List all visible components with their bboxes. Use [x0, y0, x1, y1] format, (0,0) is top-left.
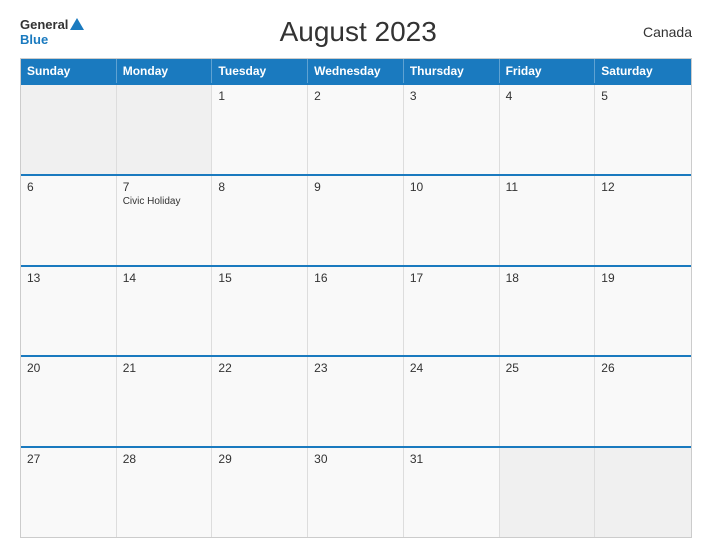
- day-number: 21: [123, 361, 206, 375]
- day-header-saturday: Saturday: [595, 59, 691, 83]
- day-number: 9: [314, 180, 397, 194]
- day-number: 19: [601, 271, 685, 285]
- day-cell: 11: [500, 176, 596, 265]
- day-headers: SundayMondayTuesdayWednesdayThursdayFrid…: [21, 59, 691, 83]
- logo-blue: Blue: [20, 32, 48, 47]
- calendar-title: August 2023: [84, 16, 632, 48]
- day-number: 10: [410, 180, 493, 194]
- day-cell: 17: [404, 267, 500, 356]
- week-row-3: 13 14 15 16 17 18 19: [21, 265, 691, 356]
- day-cell: 24: [404, 357, 500, 446]
- day-cell: 8: [212, 176, 308, 265]
- day-cell: 10: [404, 176, 500, 265]
- day-number: 7: [123, 180, 206, 194]
- day-cell: 15: [212, 267, 308, 356]
- day-number: 13: [27, 271, 110, 285]
- day-number: 29: [218, 452, 301, 466]
- day-cell: 9: [308, 176, 404, 265]
- day-header-wednesday: Wednesday: [308, 59, 404, 83]
- day-cell: 16: [308, 267, 404, 356]
- day-header-thursday: Thursday: [404, 59, 500, 83]
- day-number: 27: [27, 452, 110, 466]
- day-number: 28: [123, 452, 206, 466]
- day-number: 16: [314, 271, 397, 285]
- day-cell: [595, 448, 691, 537]
- day-number: 12: [601, 180, 685, 194]
- day-number: 14: [123, 271, 206, 285]
- day-number: 23: [314, 361, 397, 375]
- day-number: 2: [314, 89, 397, 103]
- day-number: 25: [506, 361, 589, 375]
- page: General Blue August 2023 Canada SundayMo…: [0, 0, 712, 550]
- logo-general: General: [20, 17, 68, 32]
- day-number: 26: [601, 361, 685, 375]
- header: General Blue August 2023 Canada: [20, 16, 692, 48]
- day-cell: 12: [595, 176, 691, 265]
- day-cell: [500, 448, 596, 537]
- day-cell: 19: [595, 267, 691, 356]
- day-cell: 31: [404, 448, 500, 537]
- day-cell: 30: [308, 448, 404, 537]
- day-cell: [21, 85, 117, 174]
- logo: General Blue: [20, 17, 84, 47]
- day-cell: 29: [212, 448, 308, 537]
- week-row-2: 67 Civic Holiday 89 10 11 12: [21, 174, 691, 265]
- day-cell: 4: [500, 85, 596, 174]
- day-cell: 23: [308, 357, 404, 446]
- day-header-sunday: Sunday: [21, 59, 117, 83]
- day-cell: 18: [500, 267, 596, 356]
- day-cell: 20: [21, 357, 117, 446]
- day-number: 5: [601, 89, 685, 103]
- day-cell: 2: [308, 85, 404, 174]
- weeks: 1234567Civic Holiday89101112131415161718…: [21, 83, 691, 537]
- day-cell: 3: [404, 85, 500, 174]
- day-header-monday: Monday: [117, 59, 213, 83]
- day-cell: 25: [500, 357, 596, 446]
- day-number: 3: [410, 89, 493, 103]
- day-cell: 28: [117, 448, 213, 537]
- calendar: SundayMondayTuesdayWednesdayThursdayFrid…: [20, 58, 692, 538]
- day-number: 11: [506, 180, 589, 194]
- day-number: 22: [218, 361, 301, 375]
- day-number: 20: [27, 361, 110, 375]
- day-header-friday: Friday: [500, 59, 596, 83]
- day-cell: 7 Civic Holiday: [117, 176, 213, 265]
- day-number: 15: [218, 271, 301, 285]
- day-event: Civic Holiday: [123, 196, 206, 207]
- day-cell: 13: [21, 267, 117, 356]
- day-cell: [117, 85, 213, 174]
- week-row-4: 20 21 22 23 24 25 26: [21, 355, 691, 446]
- day-cell: 1: [212, 85, 308, 174]
- day-number: 31: [410, 452, 493, 466]
- country-label: Canada: [632, 24, 692, 40]
- day-number: 1: [218, 89, 301, 103]
- week-row-5: 27 28 29 30 31: [21, 446, 691, 537]
- day-number: 18: [506, 271, 589, 285]
- day-cell: 26: [595, 357, 691, 446]
- logo-triangle-icon: [70, 18, 84, 30]
- day-cell: 14: [117, 267, 213, 356]
- day-number: 24: [410, 361, 493, 375]
- day-cell: 6: [21, 176, 117, 265]
- week-row-1: 12345: [21, 83, 691, 174]
- day-cell: 22: [212, 357, 308, 446]
- day-number: 17: [410, 271, 493, 285]
- day-cell: 27: [21, 448, 117, 537]
- day-cell: 5: [595, 85, 691, 174]
- day-number: 8: [218, 180, 301, 194]
- day-number: 4: [506, 89, 589, 103]
- day-number: 30: [314, 452, 397, 466]
- day-header-tuesday: Tuesday: [212, 59, 308, 83]
- day-number: 6: [27, 180, 110, 194]
- day-cell: 21: [117, 357, 213, 446]
